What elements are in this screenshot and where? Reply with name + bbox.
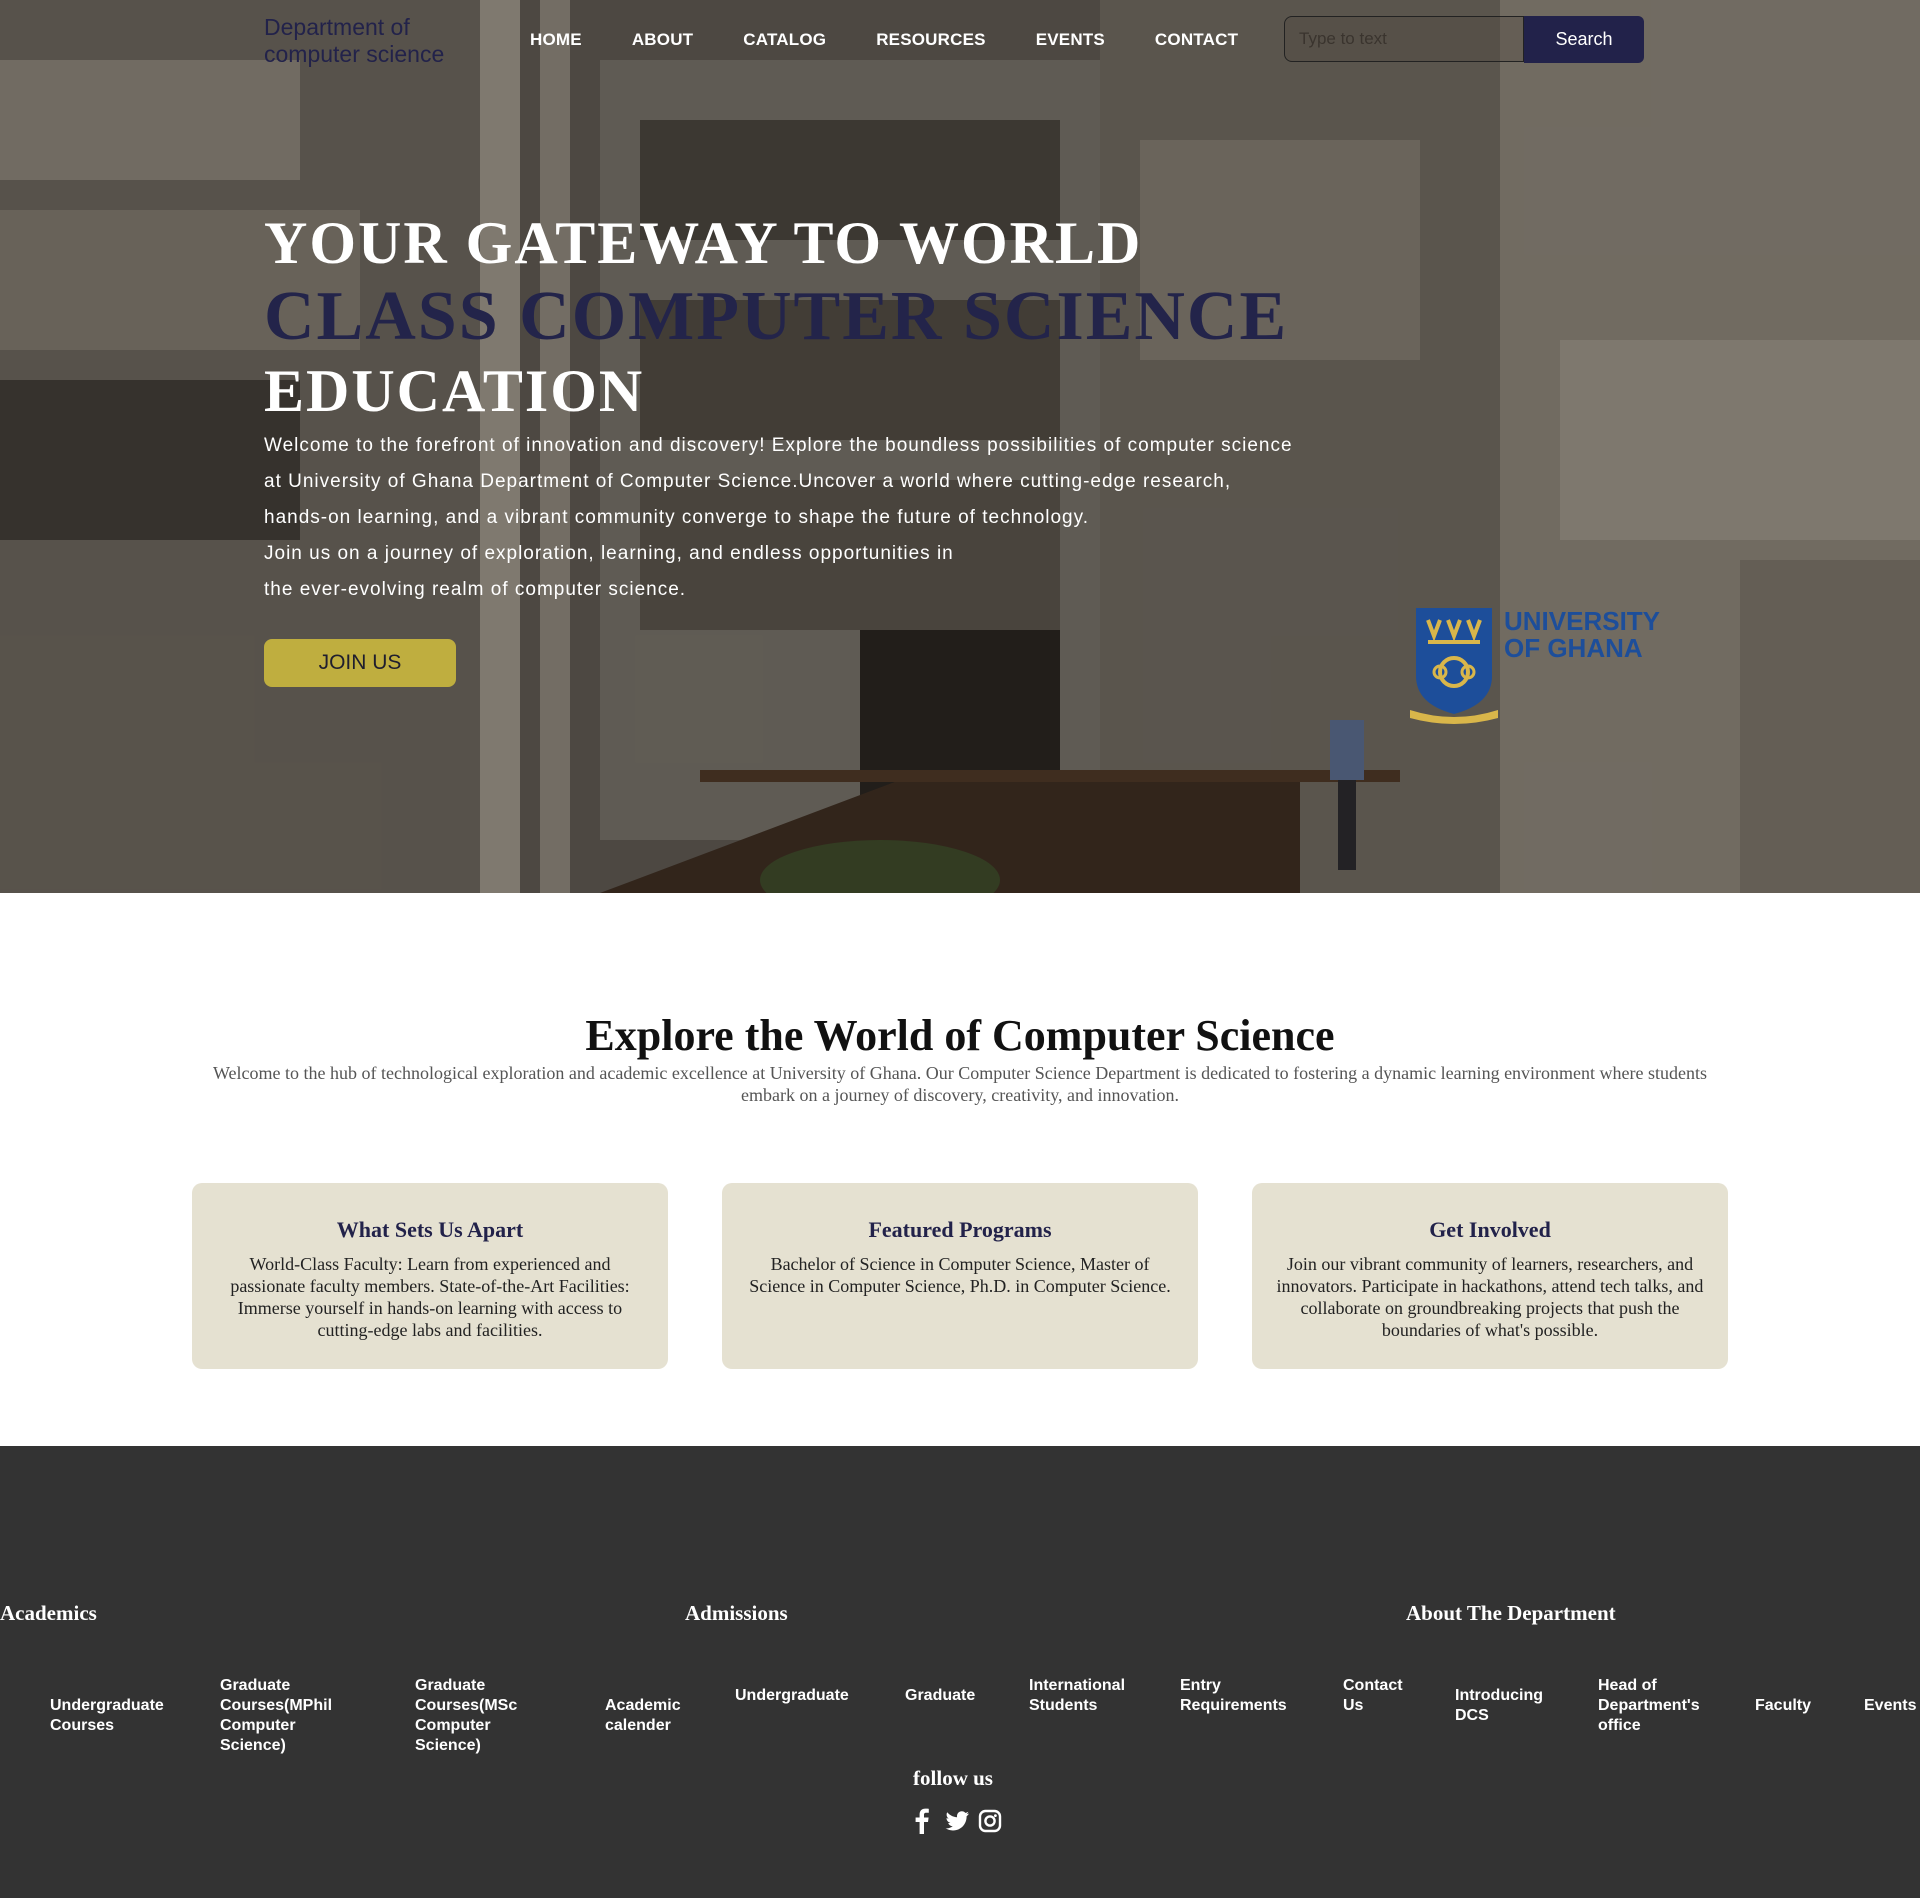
card-title: What Sets Us Apart bbox=[336, 1217, 524, 1242]
footer-heading-about: About The Department bbox=[1406, 1601, 1616, 1625]
hero-description: Welcome to the forefront of innovation a… bbox=[264, 428, 1374, 608]
wordmark-line2: OF GHANA bbox=[1504, 633, 1643, 663]
hero-section: Department of computer science HOME ABOU… bbox=[0, 0, 1920, 893]
footer: Academics Admissions About The Departmen… bbox=[0, 1446, 1920, 1898]
footer-link-graduate-msc[interactable]: Graduate Courses(MSc Computer Science) bbox=[415, 1676, 540, 1756]
card-what-sets-us-apart: What Sets Us Apart World-Class Faculty: … bbox=[192, 1183, 668, 1369]
explore-subtitle: Welcome to the hub of technological expl… bbox=[212, 1063, 1708, 1105]
nav-home[interactable]: HOME bbox=[530, 30, 582, 50]
footer-link-entry-requirements[interactable]: Entry Requirements bbox=[1180, 1676, 1305, 1716]
nav-links: HOME ABOUT CATALOG RESOURCES EVENTS CONT… bbox=[530, 30, 1288, 50]
card-title: Get Involved bbox=[1429, 1217, 1551, 1242]
hero-heading: YOUR GATEWAY TO WORLD CLASS COMPUTER SCI… bbox=[264, 206, 1288, 428]
hero-heading-line2: CLASS COMPUTER SCIENCE bbox=[264, 278, 1289, 355]
instagram-icon[interactable] bbox=[978, 1808, 1002, 1834]
footer-link-contact-us[interactable]: Contact Us bbox=[1343, 1676, 1413, 1716]
search-button[interactable]: Search bbox=[1524, 16, 1644, 63]
search-input[interactable]: Type to text bbox=[1284, 16, 1524, 62]
hero-text-line: at University of Ghana Department of Com… bbox=[264, 471, 1232, 492]
facebook-icon[interactable] bbox=[910, 1808, 934, 1834]
join-us-button[interactable]: JOIN US bbox=[264, 639, 456, 687]
top-navbar: Department of computer science HOME ABOU… bbox=[0, 0, 1920, 80]
card-get-involved: Get Involved Join our vibrant community … bbox=[1252, 1183, 1728, 1369]
card-text: Bachelor of Science in Computer Science,… bbox=[749, 1254, 1171, 1296]
card-text: Join our vibrant community of learners, … bbox=[1276, 1254, 1704, 1340]
hero-text-line: Welcome to the forefront of innovation a… bbox=[264, 435, 1293, 456]
footer-heading-academics: Academics bbox=[0, 1601, 97, 1625]
footer-link-undergraduate-courses[interactable]: Undergraduate Courses bbox=[50, 1696, 180, 1736]
footer-link-admissions-undergraduate[interactable]: Undergraduate bbox=[735, 1686, 865, 1706]
hero-text-line: Join us on a journey of exploration, lea… bbox=[264, 543, 954, 564]
footer-link-graduate-mphil[interactable]: Graduate Courses(MPhil Computer Science) bbox=[220, 1676, 350, 1756]
nav-contact[interactable]: CONTACT bbox=[1155, 30, 1238, 50]
hero-heading-line3: EDUCATION bbox=[264, 358, 645, 424]
footer-heading-admissions: Admissions bbox=[685, 1601, 788, 1625]
twitter-icon[interactable] bbox=[944, 1808, 969, 1834]
explore-heading: Explore the World of Computer Science bbox=[585, 1011, 1335, 1060]
brand-title[interactable]: Department of computer science bbox=[264, 14, 484, 68]
hero-heading-line1: YOUR GATEWAY TO WORLD bbox=[264, 210, 1143, 276]
follow-us-label: follow us bbox=[913, 1766, 993, 1790]
footer-link-international-students[interactable]: International Students bbox=[1029, 1676, 1139, 1716]
nav-resources[interactable]: RESOURCES bbox=[876, 30, 986, 50]
footer-link-head-of-department[interactable]: Head of Department's office bbox=[1598, 1676, 1718, 1736]
nav-about[interactable]: ABOUT bbox=[632, 30, 693, 50]
footer-link-admissions-graduate[interactable]: Graduate bbox=[905, 1686, 1005, 1706]
social-links bbox=[910, 1808, 1002, 1834]
card-title: Featured Programs bbox=[868, 1217, 1052, 1242]
wordmark-line1: UNIVERSITY bbox=[1504, 606, 1661, 636]
card-text: World-Class Faculty: Learn from experien… bbox=[230, 1254, 630, 1340]
hero-text-line: the ever-evolving realm of computer scie… bbox=[264, 579, 687, 600]
footer-link-events[interactable]: Events bbox=[1864, 1696, 1920, 1716]
footer-link-academic-calender[interactable]: Academic calender bbox=[605, 1696, 705, 1736]
card-featured-programs: Featured Programs Bachelor of Science in… bbox=[722, 1183, 1198, 1369]
nav-events[interactable]: EVENTS bbox=[1036, 30, 1105, 50]
nav-catalog[interactable]: CATALOG bbox=[743, 30, 826, 50]
university-of-ghana-wordmark: UNIVERSITY OF GHANA bbox=[1504, 608, 1660, 662]
hero-text-line: hands-on learning, and a vibrant communi… bbox=[264, 507, 1089, 528]
footer-link-introducing-dcs[interactable]: Introducing DCS bbox=[1455, 1686, 1565, 1726]
footer-link-faculty[interactable]: Faculty bbox=[1755, 1696, 1835, 1716]
